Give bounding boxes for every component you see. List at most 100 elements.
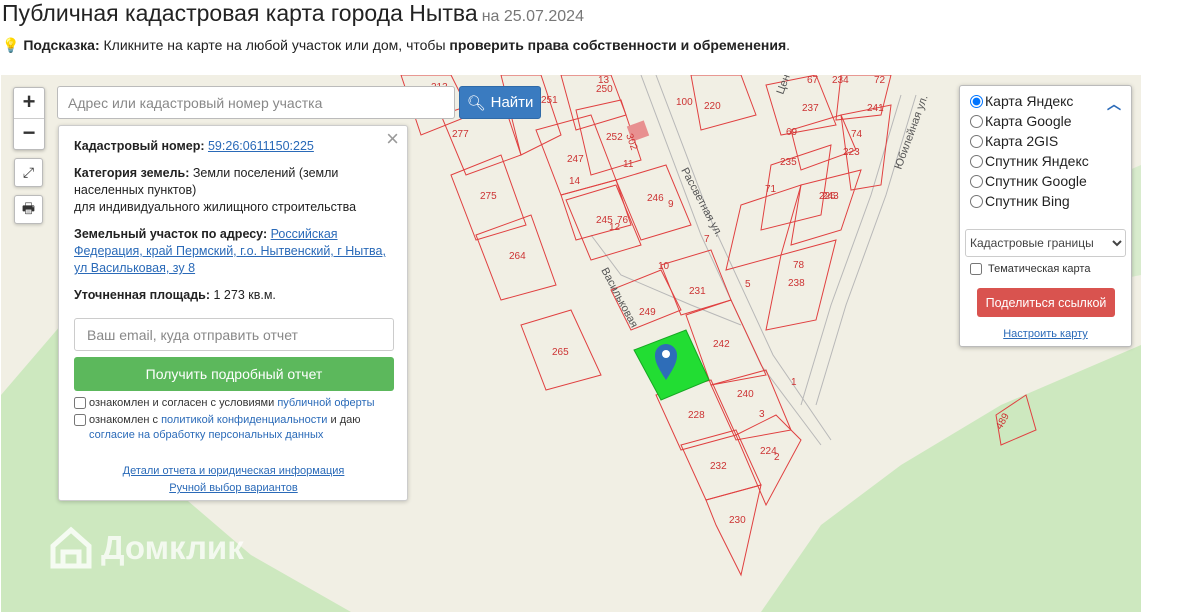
land-category-label: Категория земель: [74, 166, 190, 180]
share-link-button[interactable]: Поделиться ссылкой [977, 288, 1115, 317]
parcel-number-label: 238 [788, 278, 805, 289]
page-title: Публичная кадастровая карта города Нытва… [2, 0, 584, 26]
layer-list: Карта Яндекс Карта Google Карта 2GIS Спутни… [960, 86, 1131, 211]
layer-radio[interactable] [970, 194, 983, 208]
info-links: Детали отчета и юридическая информация Р… [74, 463, 393, 497]
parcel-number-label: 10 [658, 261, 670, 272]
area-label: Уточненная площадь: [74, 288, 211, 302]
get-report-button[interactable]: Получить подробный отчет [74, 357, 394, 391]
parcel-number-label: 231 [689, 286, 706, 297]
cadastral-map[interactable]: 2132511325010022067234722772523022372416… [1, 75, 1141, 612]
parcel-info-panel: × Кадастровый номер: 59:26:0611150:225 К… [58, 125, 408, 501]
layer-option[interactable]: Карта Яндекс [960, 91, 1131, 111]
parcel-number-label: 5 [745, 279, 751, 290]
parcel-number-label: 232 [710, 461, 727, 472]
email-field[interactable] [74, 318, 394, 351]
parcel-number-label: 76 [617, 215, 629, 226]
close-icon[interactable]: × [386, 128, 399, 150]
chevron-up-icon[interactable]: ︿ [1107, 94, 1121, 114]
privacy-link[interactable]: политикой конфиденциальности [161, 414, 327, 426]
parcel-number-label: 234 [832, 75, 849, 86]
cadastral-number-link[interactable]: 59:26:0611150:225 [208, 139, 314, 153]
parcel-number-label: 235 [780, 157, 797, 168]
parcel-number-label: 228 [688, 410, 705, 421]
privacy-text: ознакомлен с [89, 414, 162, 426]
search-button-label: Найти [490, 94, 534, 111]
parcel[interactable] [705, 484, 762, 577]
layer-option[interactable]: Спутник Bing [960, 191, 1131, 211]
layer-option[interactable]: Спутник Google [960, 171, 1131, 191]
land-category-row: Категория земель: Земли поселений (земли… [74, 165, 393, 216]
parcel[interactable] [735, 414, 802, 507]
lightbulb-icon: 💡 [2, 37, 20, 53]
parcel-number-label: 11 [623, 159, 634, 170]
parcel-number-label: 249 [639, 307, 656, 318]
layer-option-label: Спутник Bing [985, 193, 1070, 209]
offer-link[interactable]: публичной оферты [277, 397, 374, 409]
layer-option[interactable]: Карта 2GIS [960, 131, 1131, 151]
area-row: Уточненная площадь: 1 273 кв.м. [74, 287, 393, 304]
zoom-control: + − [13, 87, 45, 150]
privacy-mid: и даю [327, 414, 361, 426]
domclick-watermark: Домклик [49, 526, 244, 570]
cadastral-layer-select[interactable]: Кадастровые границы [965, 229, 1126, 257]
hint-line: 💡 Подсказка: Кликните на карте на любой … [2, 37, 790, 54]
parcel-number-label: 277 [452, 129, 469, 140]
hint-label: Подсказка: [23, 37, 100, 53]
parcel-number-label: 251 [541, 95, 558, 106]
layer-option[interactable]: Карта Google [960, 111, 1131, 131]
parcel-number-label: 240 [737, 389, 754, 400]
parcel-number-label: 78 [793, 260, 805, 271]
street-label: Рассветная ул. [678, 166, 725, 239]
thematic-checkbox[interactable] [970, 263, 982, 275]
privacy-checkbox[interactable] [74, 414, 86, 426]
search-icon: 🔍︎ [466, 94, 486, 112]
parcel[interactable] [660, 249, 732, 316]
parcel-number-label: 223 [843, 147, 860, 158]
map-layers-panel: ︿ Карта Яндекс Карта Google Карта 2GIS Спут… [959, 85, 1132, 347]
search-button[interactable]: 🔍︎ Найти [459, 86, 541, 119]
fullscreen-button[interactable]: ⤢ [14, 158, 43, 187]
layer-radio[interactable] [970, 114, 983, 128]
search-input[interactable] [57, 86, 455, 119]
layer-option-label: Карта 2GIS [985, 133, 1059, 149]
hint-text: Кликните на карте на любой участок или д… [99, 37, 450, 53]
parcel-number-label: 241 [867, 103, 884, 114]
layer-option[interactable]: Спутник Яндекс [960, 151, 1131, 171]
parcel-number-label: 100 [676, 97, 693, 108]
address-row: Земельный участок по адресу: Российская … [74, 226, 393, 277]
parcel-number-label: 69 [786, 127, 798, 138]
zoom-in-button[interactable]: + [14, 88, 44, 119]
report-details-link[interactable]: Детали отчета и юридическая информация [74, 463, 393, 480]
layer-radio[interactable] [970, 94, 983, 108]
parcel[interactable] [690, 75, 757, 131]
thematic-map-toggle[interactable]: Тематическая карта [970, 263, 1090, 275]
layer-option-label: Спутник Яндекс [985, 153, 1089, 169]
land-use-value: для индивидуального жилищного строительс… [74, 200, 357, 214]
layer-option-label: Карта Google [985, 113, 1072, 129]
parcel[interactable] [560, 179, 632, 241]
layer-radio[interactable] [970, 154, 983, 168]
layer-radio[interactable] [970, 174, 983, 188]
offer-checkbox[interactable] [74, 397, 86, 409]
manual-selection-link[interactable]: Ручной выбор вариантов [74, 480, 393, 497]
parcel[interactable] [710, 369, 792, 441]
cadastral-number-label: Кадастровый номер: [74, 139, 205, 153]
parcel-number-label: 247 [567, 154, 584, 165]
layer-radio[interactable] [970, 134, 983, 148]
expand-icon: ⤢ [22, 164, 35, 180]
parcel-number-label: 220 [704, 101, 721, 112]
parcel[interactable] [790, 114, 857, 171]
personal-data-link[interactable]: согласие на обработку персональных данны… [89, 429, 323, 441]
offer-consent: ознакомлен и согласен с условиями публич… [74, 396, 393, 411]
cadastral-number-row: Кадастровый номер: 59:26:0611150:225 [74, 138, 393, 155]
house-logo-icon [50, 526, 92, 569]
parcel-number-label: 246 [647, 193, 664, 204]
configure-map-link[interactable]: Настроить карту [960, 328, 1131, 340]
hint-end: . [786, 37, 791, 53]
parcel[interactable] [725, 184, 802, 271]
zoom-out-button[interactable]: − [14, 119, 44, 149]
print-button[interactable]: 🖶 [14, 195, 43, 224]
street-label: Васильковая [598, 266, 640, 330]
watermark-text: Домклик [101, 529, 244, 566]
